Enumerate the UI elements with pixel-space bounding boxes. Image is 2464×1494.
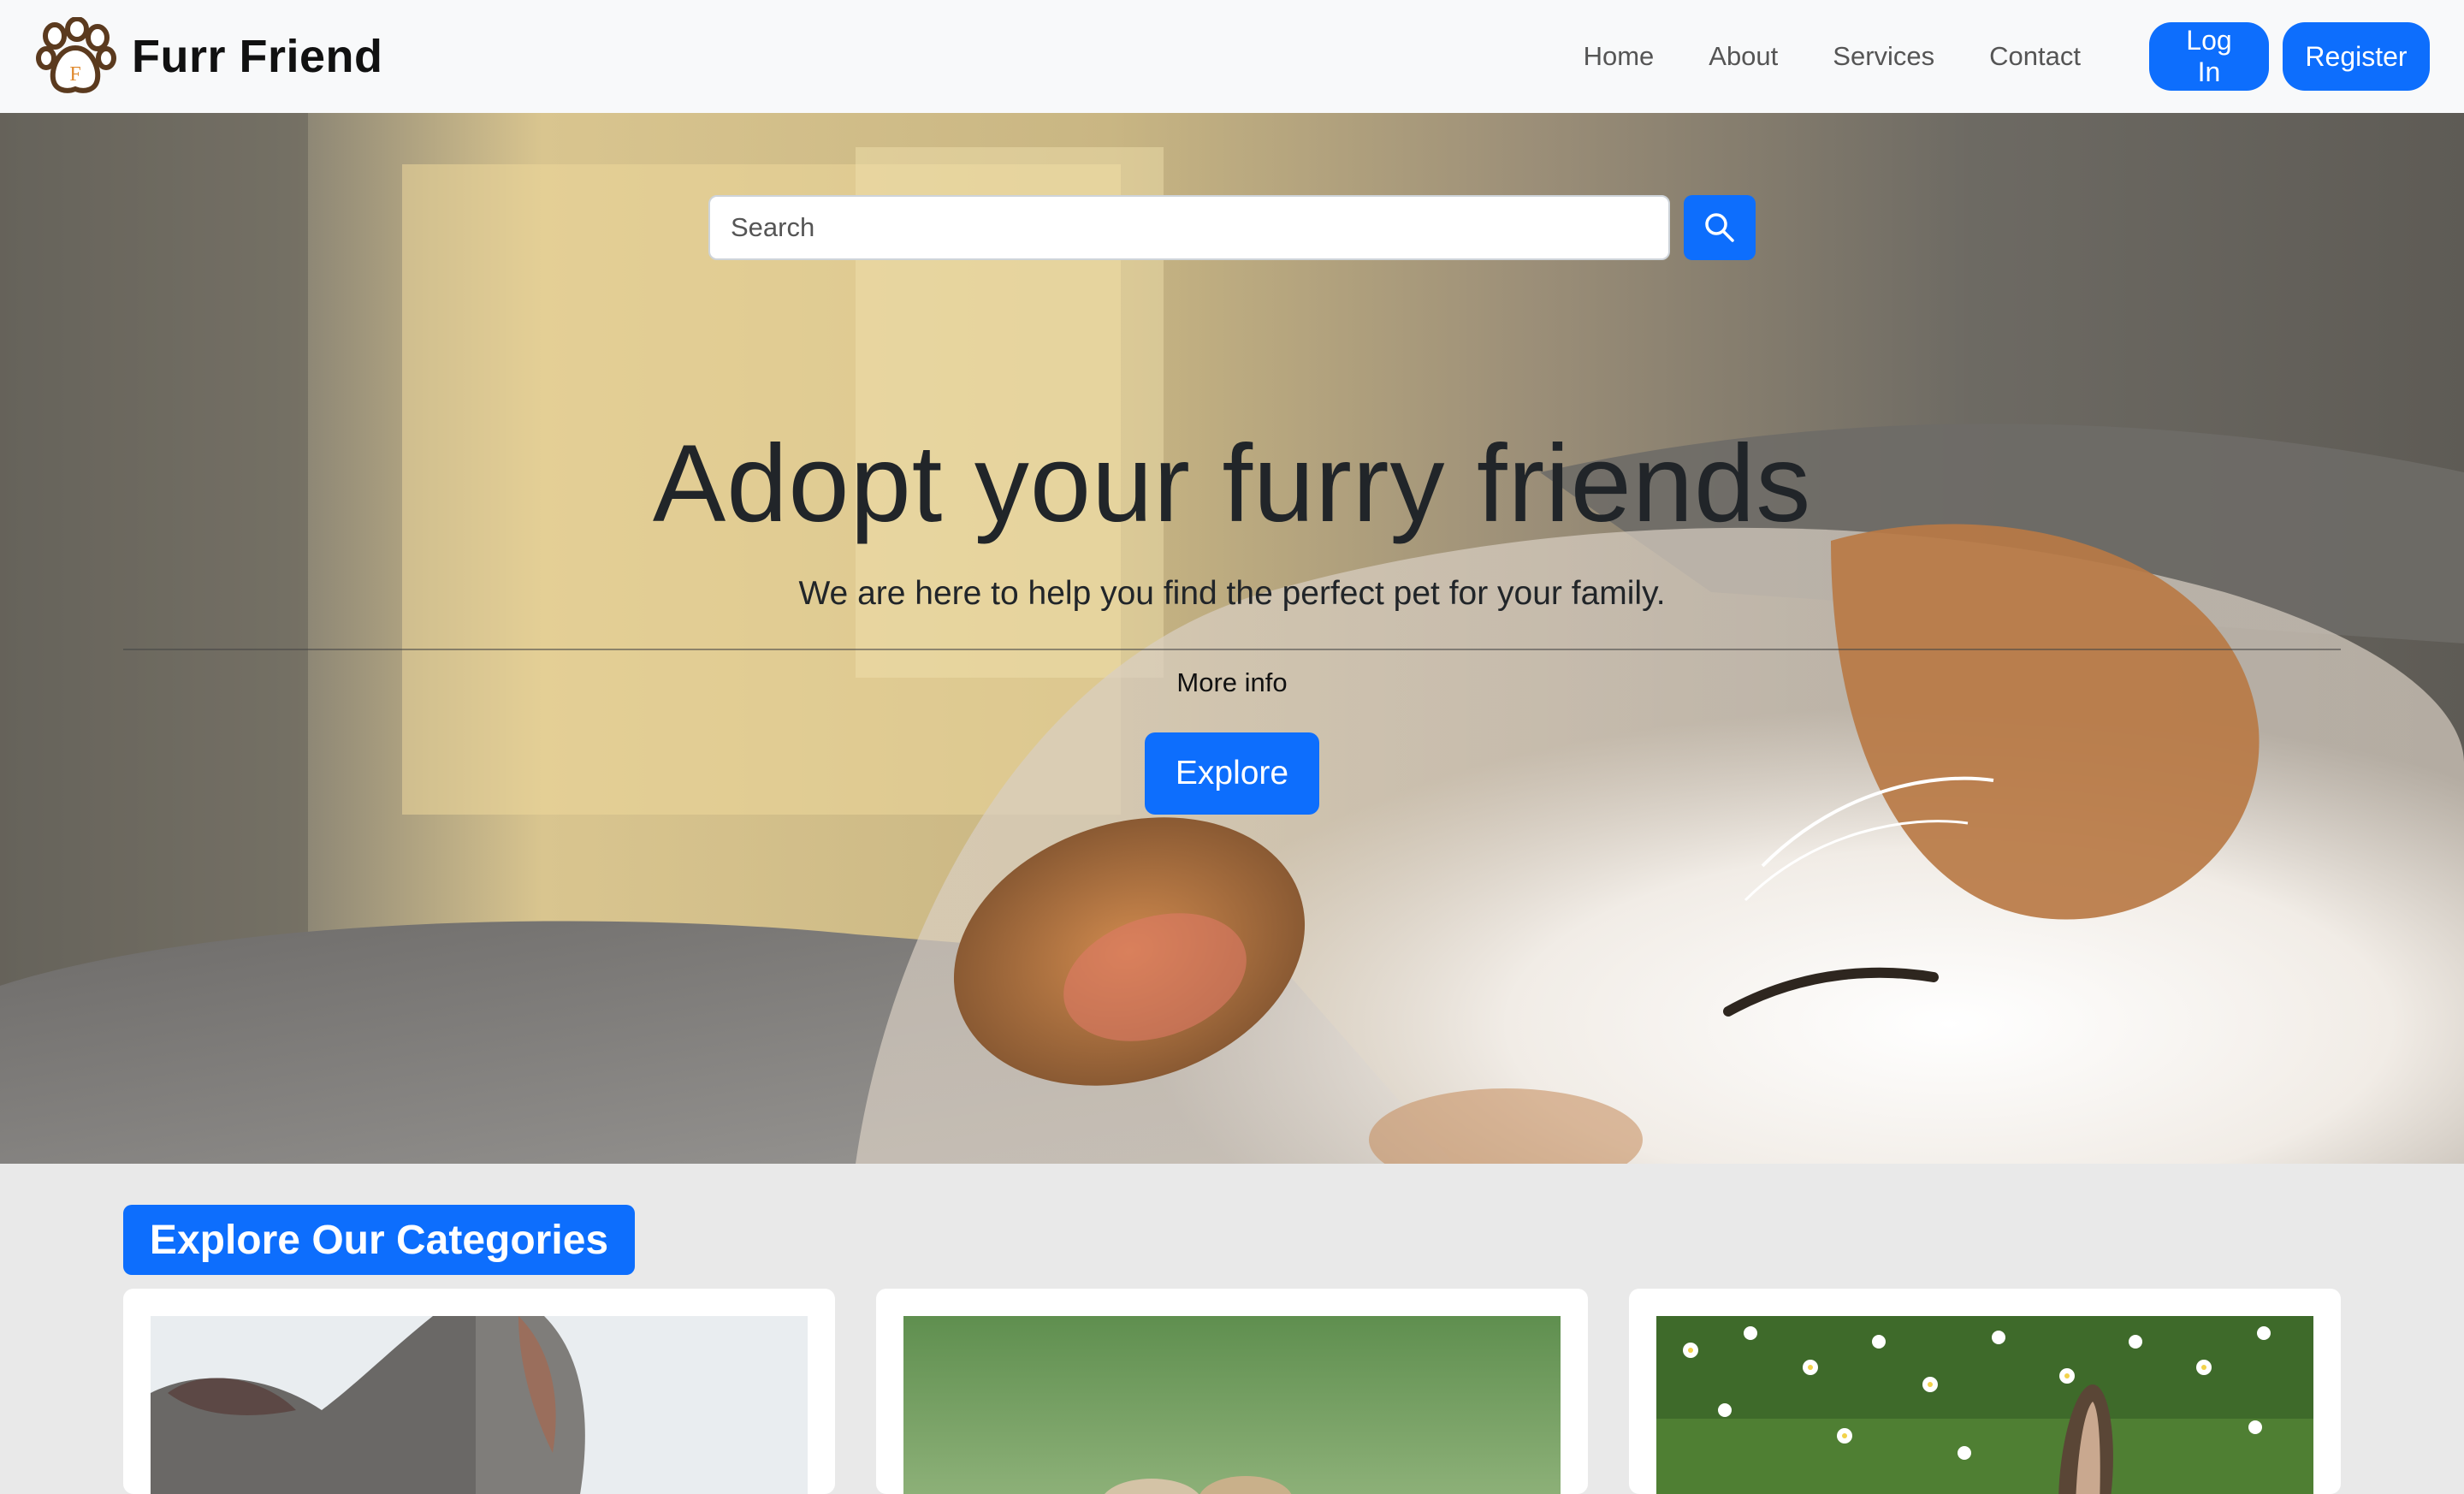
categories-heading: Explore Our Categories	[123, 1205, 635, 1275]
category-card-cat[interactable]	[123, 1289, 835, 1494]
explore-button[interactable]: Explore	[1145, 732, 1319, 815]
cat-photo	[151, 1316, 808, 1494]
hero-section: Adopt your furry friends We are here to …	[0, 113, 2464, 1164]
login-button[interactable]: Log In	[2149, 22, 2269, 91]
search-button[interactable]	[1684, 195, 1756, 260]
category-card-puppies[interactable]	[876, 1289, 1588, 1494]
paw-logo-letter: F	[69, 63, 80, 86]
categories-section: Explore Our Categories	[0, 1164, 2464, 1494]
paw-icon: F	[36, 17, 116, 93]
category-cards	[123, 1289, 2341, 1494]
brand[interactable]: F Furr Friend	[34, 17, 383, 96]
nav-home[interactable]: Home	[1584, 41, 1655, 72]
search-bar	[708, 195, 1756, 260]
hero-divider	[123, 649, 2341, 650]
nav-contact[interactable]: Contact	[1989, 41, 2081, 72]
puppies-photo	[903, 1316, 1561, 1494]
hero-background-image	[0, 113, 2464, 1164]
search-icon	[1705, 213, 1734, 242]
brand-name: Furr Friend	[132, 31, 383, 82]
more-info-text: More info	[1176, 667, 1288, 697]
auth-buttons: Log In Register	[2149, 22, 2430, 91]
search-input[interactable]	[708, 195, 1670, 260]
rabbit-in-daisies-photo	[1656, 1316, 2313, 1494]
category-card-rabbits[interactable]	[1629, 1289, 2341, 1494]
nav-about[interactable]: About	[1709, 41, 1778, 72]
hero-title: Adopt your furry friends	[652, 423, 1812, 545]
register-button[interactable]: Register	[2283, 22, 2430, 91]
hero-subtitle: We are here to help you find the perfect…	[798, 575, 1666, 612]
navbar: F Furr Friend Home About Services Contac…	[0, 0, 2464, 113]
nav-links: Home About Services Contact	[1556, 41, 2108, 72]
nav-services[interactable]: Services	[1833, 41, 1934, 72]
